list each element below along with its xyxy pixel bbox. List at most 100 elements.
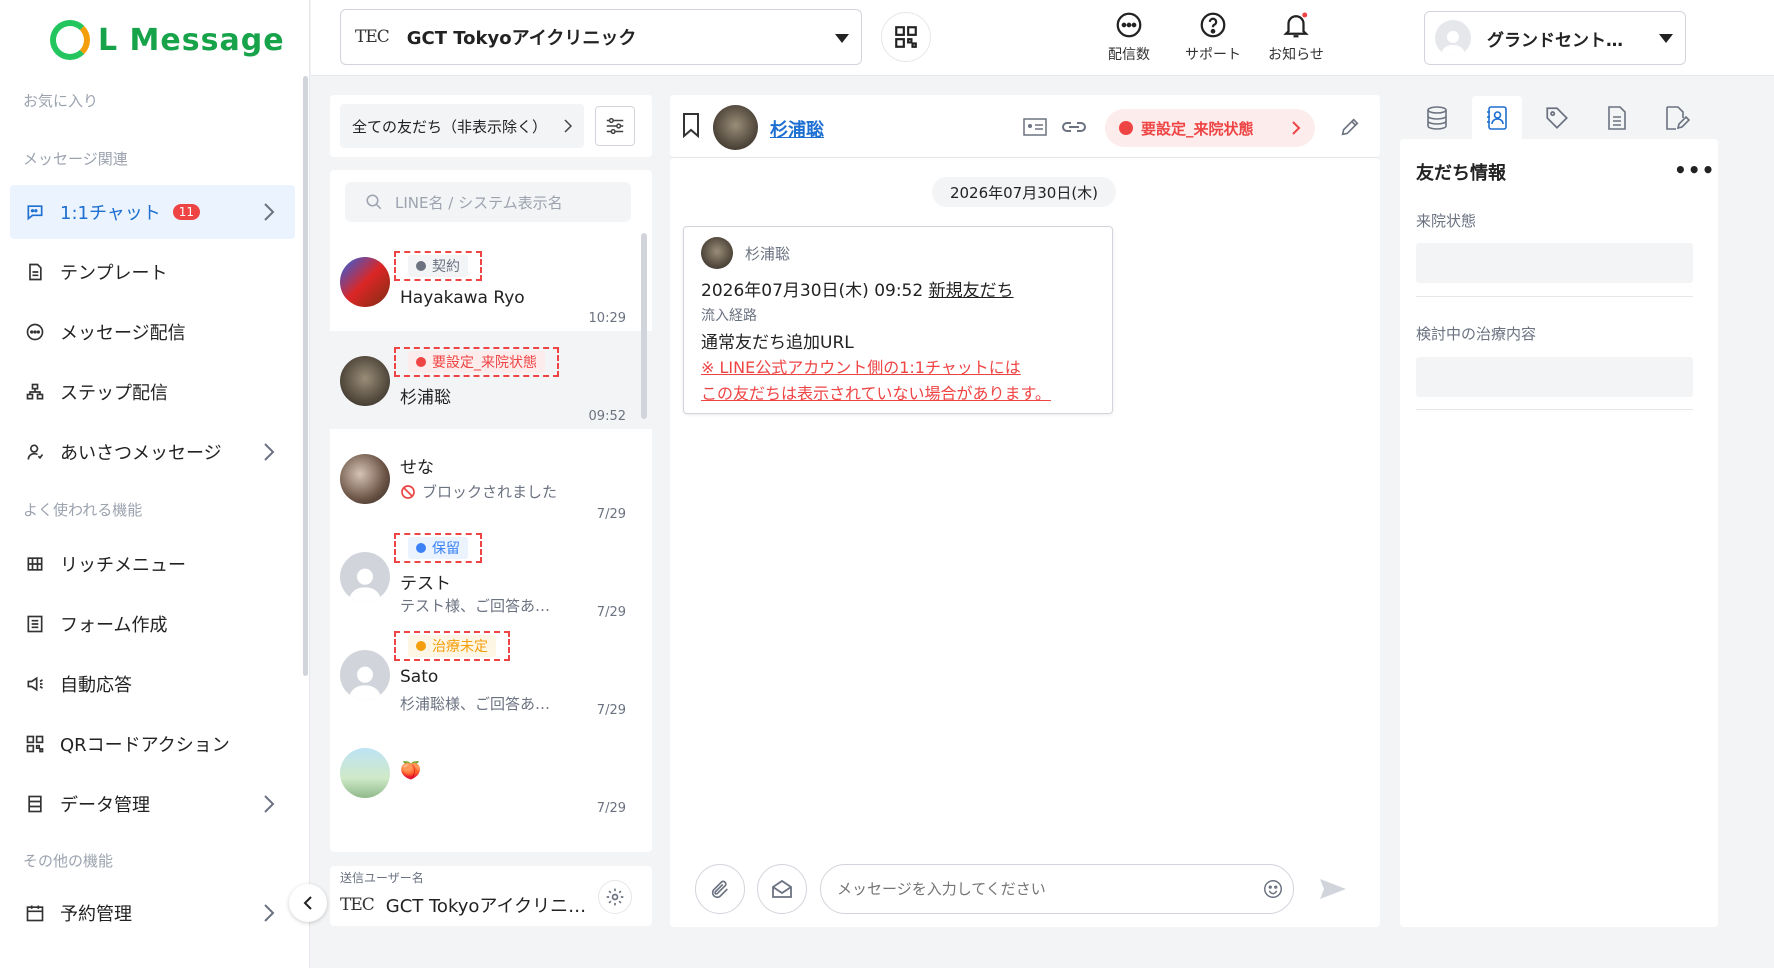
chat-contact-name[interactable]: 杉浦聡: [770, 116, 824, 142]
avatar: [340, 552, 390, 602]
message-timestamp: 2026年07月30日(木) 09:52: [701, 281, 929, 301]
status-tag-button[interactable]: 要設定_来院状態: [1105, 109, 1315, 147]
contact-card-icon[interactable]: [1023, 117, 1047, 137]
sidebar-item-chat[interactable]: 1:1チャット 11: [10, 185, 295, 239]
sliders-icon: [606, 117, 624, 135]
chevron-right-icon: [264, 443, 275, 461]
friend-name: 杉浦聡: [400, 388, 451, 408]
sidebar-item-label: 1:1チャット: [60, 203, 161, 224]
sidebar-item-data-management[interactable]: データ管理: [10, 777, 295, 831]
new-friend-link[interactable]: 新規友だち: [929, 281, 1014, 301]
friend-time: 7/29: [596, 605, 626, 620]
tab-notes[interactable]: [1592, 96, 1642, 140]
list-item[interactable]: 契約 Hayakawa Ryo 10:29: [330, 233, 652, 331]
list-item[interactable]: 治療未定 Sato 杉浦聡様、ご回答あ… 7/29: [330, 625, 652, 723]
chevron-right-icon: [264, 795, 275, 813]
bookmark-icon[interactable]: [681, 112, 701, 138]
link-icon[interactable]: [1060, 116, 1088, 138]
tag-label: 保留: [432, 541, 460, 557]
friend-filter-label: 全ての友だち（非表示除く）: [352, 117, 548, 136]
notifications-button[interactable]: お知らせ: [1251, 10, 1341, 64]
sender-settings-button[interactable]: [598, 880, 632, 914]
field-label-visit-status: 来院状態: [1416, 212, 1477, 230]
warning-line-1[interactable]: ※ LINE公式アカウント側の1:1チャットには: [701, 354, 1021, 378]
sidebar-item-label: ステップ配信: [60, 383, 168, 404]
notes-icon: [1608, 106, 1626, 130]
sidebar-item-label: テンプレート: [60, 263, 168, 284]
tab-friend-info[interactable]: [1472, 96, 1522, 140]
tab-database[interactable]: [1412, 96, 1462, 140]
sidebar-item-form[interactable]: フォーム作成: [10, 597, 295, 651]
system-message: 杉浦聡 2026年07月30日(木) 09:52 新規友だち 流入経路 通常友だ…: [683, 226, 1113, 414]
section-message: メッセージ関連: [23, 150, 128, 168]
avatar: [1435, 20, 1471, 56]
user-menu[interactable]: グランドセント…: [1424, 11, 1686, 65]
section-frequent: よく使われる機能: [23, 501, 143, 519]
send-icon[interactable]: [1318, 876, 1348, 902]
field-visit-status[interactable]: [1416, 243, 1693, 283]
list-item[interactable]: せな ブロックされました 7/29: [330, 429, 652, 527]
sidebar-item-template[interactable]: テンプレート: [10, 245, 295, 299]
sidebar-scrollbar[interactable]: [303, 76, 308, 676]
app-logo[interactable]: L Message: [50, 20, 285, 60]
sidebar-item-rich-menu[interactable]: リッチメニュー: [10, 537, 295, 591]
support-button[interactable]: サポート: [1168, 10, 1258, 64]
message-line-1: 2026年07月30日(木) 09:52 新規友だち: [701, 276, 1014, 301]
top-icon-label: 配信数: [1108, 47, 1150, 63]
sidebar-item-reservation[interactable]: 予約管理: [10, 886, 295, 940]
sidebar-item-step-delivery[interactable]: ステップ配信: [10, 365, 295, 419]
edit-icon[interactable]: [1339, 116, 1361, 138]
sidebar-item-label: フォーム作成: [60, 615, 168, 636]
more-options-button[interactable]: •••: [1674, 158, 1715, 182]
sidebar-item-qr-action[interactable]: QRコードアクション: [10, 717, 295, 771]
qr-code-button[interactable]: [881, 12, 931, 62]
date-separator: 2026年07月30日(木): [932, 177, 1116, 207]
chevron-right-icon: [264, 904, 275, 922]
sidebar-item-greeting[interactable]: あいさつメッセージ: [10, 425, 295, 479]
avatar: [340, 650, 390, 700]
person-icon: [1441, 31, 1465, 56]
route-value: 通常友だち追加URL: [701, 333, 854, 353]
list-item[interactable]: 要設定_来院状態 杉浦聡 09:52: [330, 331, 652, 429]
warning-line-2[interactable]: この友だちは表示されていない場合があります。: [701, 380, 1051, 404]
filter-settings-button[interactable]: [595, 106, 635, 146]
friend-list-scrollbar[interactable]: [641, 233, 647, 419]
friend-name: Sato: [400, 667, 439, 687]
collapse-sidebar-button[interactable]: [289, 884, 327, 922]
field-treatment[interactable]: [1416, 357, 1693, 397]
message-sender-name: 杉浦聡: [745, 244, 791, 263]
qr-icon: [24, 733, 46, 755]
message-icon: [24, 321, 46, 343]
tab-tags[interactable]: [1532, 96, 1582, 140]
divider: [1416, 409, 1693, 410]
divider: [1416, 296, 1693, 297]
attach-button[interactable]: [695, 864, 745, 914]
caret-down-icon: [835, 34, 849, 43]
tab-edit-doc[interactable]: [1652, 96, 1702, 140]
friend-name: Hayakawa Ryo: [400, 288, 525, 308]
field-label-treatment: 検討中の治療内容: [1416, 325, 1537, 343]
avatar: [340, 356, 390, 406]
account-selector[interactable]: TEC GCT Tokyoアイクリニック: [340, 9, 862, 65]
sidebar-item-message-delivery[interactable]: メッセージ配信: [10, 305, 295, 359]
tag-label: 契約: [432, 259, 460, 275]
hierarchy-icon: [24, 381, 46, 403]
message-input[interactable]: [820, 864, 1294, 914]
message-count-button[interactable]: 配信数: [1084, 10, 1174, 64]
sender-logo: TEC: [340, 895, 375, 915]
friend-filter-select[interactable]: 全ての友だち（非表示除く）: [340, 104, 584, 148]
user-icon: [24, 441, 46, 463]
list-item[interactable]: 保留 テスト テスト様、ご回答あ… 7/29: [330, 527, 652, 625]
friend-search[interactable]: LINE名 / システム表示名: [345, 182, 631, 222]
avatar: [340, 748, 390, 798]
sidebar-item-auto-reply[interactable]: 自動応答: [10, 657, 295, 711]
avatar: [713, 105, 758, 150]
template-button[interactable]: [757, 864, 807, 914]
friend-tag: 治療未定: [394, 631, 510, 661]
emoji-icon[interactable]: [1262, 878, 1284, 900]
route-label: 流入経路: [701, 308, 757, 324]
block-icon: [401, 484, 415, 499]
friend-name: 🍑: [400, 761, 422, 781]
list-item[interactable]: 🍑 7/29: [330, 723, 652, 819]
person-icon: [349, 568, 381, 602]
